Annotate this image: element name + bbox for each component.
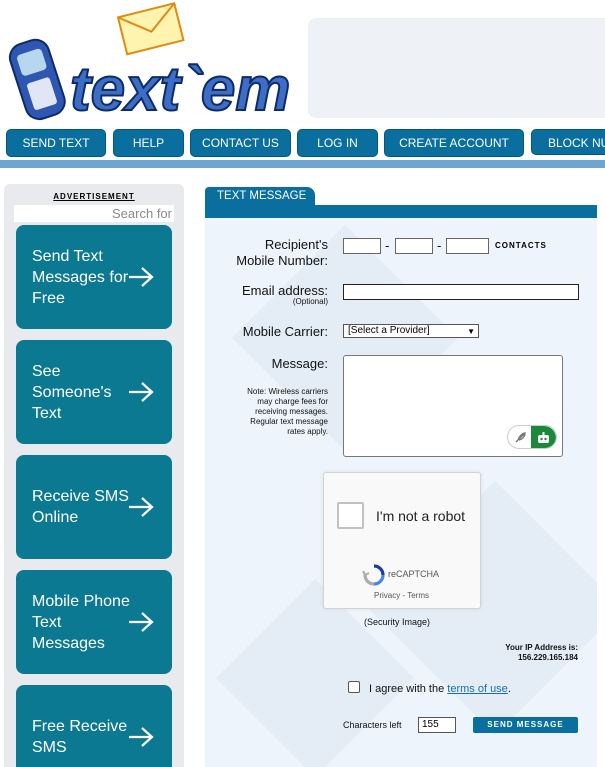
recaptcha-logo-icon [362, 564, 385, 586]
carrier-fee-note: Note: Wireless carriers may charge fees … [205, 387, 328, 437]
ad-card-label: Receive SMS Online [32, 488, 129, 526]
recipient-label-line2: Mobile Number: [236, 253, 328, 268]
ad-card-label: Free Receive SMS [32, 718, 128, 756]
recipient-label: Recipient's Mobile Number: [205, 237, 328, 269]
panel-header-bar [205, 205, 597, 218]
ad-card-label: Mobile Phone Text Messages [32, 592, 130, 652]
phone-dash: - [437, 238, 442, 253]
ad-card-label: Send Text Messages for Free [32, 247, 129, 307]
advertisement-label: ADVERTISEMENT [53, 192, 135, 201]
note-line: may charge fees for [257, 397, 328, 406]
carrier-select[interactable]: [Select a Provider] ▼ [343, 324, 479, 338]
nav-log-in[interactable]: LOG IN [297, 129, 378, 157]
ad-card-see-text[interactable]: See Someone's Text [16, 340, 172, 444]
characters-left-counter: 155 [418, 717, 456, 733]
message-label: Message: [271, 356, 328, 371]
feather-icon [515, 432, 526, 443]
ad-card-send-text[interactable]: Send Text Messages for Free [16, 225, 172, 329]
ip-address-block: Your IP Address is: 156.229.165.184 [435, 643, 578, 663]
recaptcha-privacy-link[interactable]: Privacy [374, 591, 400, 600]
ad-card-mobile-phone[interactable]: Mobile Phone Text Messages [16, 570, 172, 674]
ip-label: Your IP Address is: [505, 643, 578, 652]
terms-of-use-link[interactable]: terms of use [447, 683, 508, 695]
ad-card-free-receive[interactable]: Free Receive SMS [16, 685, 172, 767]
note-line: receiving messages. [255, 407, 328, 416]
phone-line-input[interactable] [446, 238, 489, 254]
characters-left-label: Characters left [343, 720, 402, 730]
nav-help[interactable]: HELP [113, 129, 184, 157]
contacts-link[interactable]: CONTACTS [495, 241, 547, 250]
ip-value: 156.229.165.184 [517, 653, 578, 662]
carrier-selected-value: [Select a Provider] [348, 325, 430, 336]
recaptcha-checkbox[interactable] [337, 502, 364, 529]
arrow-right-icon [129, 382, 154, 402]
nav-block-number[interactable]: BLOCK NU [531, 129, 605, 155]
phone-prefix-input[interactable] [395, 238, 433, 254]
site-logo[interactable]: text`em [0, 0, 300, 125]
recaptcha-brand: reCAPTCHA [388, 569, 440, 579]
recipient-label-line1: Recipient's [264, 237, 328, 252]
main-nav: SEND TEXT HELP CONTACT US LOG IN CREATE … [0, 129, 605, 157]
recaptcha-links: Privacy - Terms [374, 591, 429, 600]
note-line: Note: Wireless carriers [247, 387, 328, 396]
nav-contact-us[interactable]: CONTACT US [190, 129, 291, 157]
phone-area-code-input[interactable] [343, 238, 381, 254]
nav-create-account[interactable]: CREATE ACCOUNT [384, 129, 524, 157]
logo-text: text`em [70, 55, 291, 124]
nav-send-text[interactable]: SEND TEXT [6, 129, 106, 157]
tab-text-message[interactable]: TEXT MESSAGE [205, 187, 315, 206]
logo-graphic: text`em [8, 2, 292, 125]
arrow-right-icon [129, 727, 154, 747]
arrow-right-icon [129, 612, 154, 632]
recaptcha-label: I'm not a robot [376, 508, 466, 524]
ad-search-input[interactable]: Search for [14, 205, 174, 222]
send-message-button[interactable]: SEND MESSAGE [473, 717, 578, 733]
carrier-label: Mobile Carrier: [242, 324, 328, 339]
email-optional-label: (Optional) [292, 297, 328, 306]
security-image-label: (Security Image) [364, 617, 431, 627]
chevron-down-icon: ▼ [467, 327, 475, 336]
recaptcha-terms-link[interactable]: Terms [407, 591, 429, 600]
terms-suffix: . [507, 683, 511, 695]
top-ad-banner[interactable] [308, 18, 605, 118]
ad-card-receive-sms[interactable]: Receive SMS Online [16, 455, 172, 559]
text-message-panel: TEXT MESSAGE Recipient's Mobile Number: … [205, 187, 597, 767]
phone-dash: - [385, 238, 390, 253]
sidebar-ads: ADVERTISEMENT Search for Send Text Messa… [4, 184, 184, 767]
nav-divider [0, 160, 605, 168]
arrow-right-icon [129, 267, 154, 287]
arrow-right-icon [129, 497, 154, 517]
terms-prefix: I agree with the [369, 683, 448, 695]
terms-agreement: I agree with the terms of use. [369, 683, 511, 695]
assistant-icon [531, 426, 556, 448]
note-line: Regular text message [250, 417, 328, 426]
grammar-widget[interactable] [507, 425, 557, 449]
ad-card-label: See Someone's Text [32, 362, 112, 422]
recaptcha-widget: I'm not a robot reCAPTCHA Privacy - Term… [323, 472, 481, 609]
email-field[interactable] [343, 284, 579, 300]
terms-checkbox[interactable] [348, 681, 360, 693]
note-line: rates apply. [287, 427, 328, 436]
